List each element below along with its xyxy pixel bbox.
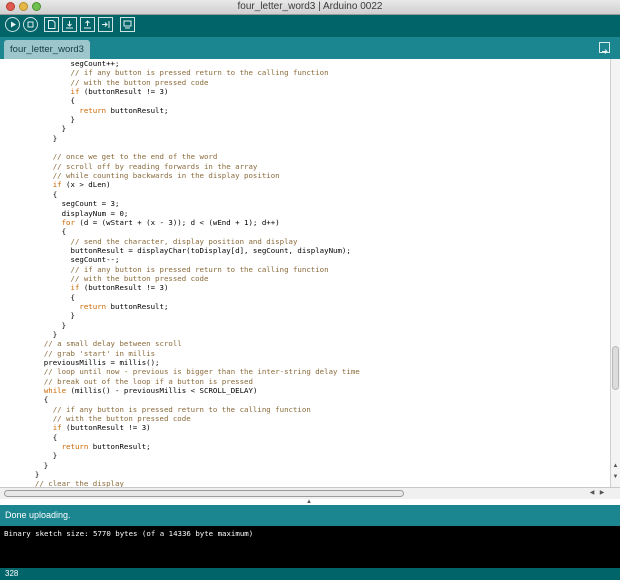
code-line[interactable]: segCount--; bbox=[26, 255, 360, 264]
code-line[interactable]: // grab 'start' in millis bbox=[26, 349, 360, 358]
code-line[interactable]: } bbox=[26, 330, 360, 339]
code-line[interactable]: // scroll off by reading forwards in the… bbox=[26, 162, 360, 171]
code-line[interactable]: if (buttonResult != 3) bbox=[26, 283, 360, 292]
scroll-up-arrow-icon[interactable]: ▲ bbox=[611, 462, 620, 471]
toolbar bbox=[0, 15, 620, 37]
code-line[interactable]: if (x > dLen) bbox=[26, 180, 360, 189]
code-line[interactable]: previousMillis = millis(); bbox=[26, 358, 360, 367]
code-line[interactable]: for (d = (wStart + (x - 3)); d < (wEnd +… bbox=[26, 218, 360, 227]
code-editor[interactable]: segCount++; // if any button is pressed … bbox=[0, 59, 610, 487]
console-text: Binary sketch size: 5770 bytes (of a 143… bbox=[4, 529, 254, 538]
code-line[interactable]: { bbox=[26, 293, 360, 302]
code-line[interactable]: // while counting backwards in the displ… bbox=[26, 171, 360, 180]
code-line[interactable] bbox=[26, 143, 360, 152]
code-line[interactable]: // if any button is pressed return to th… bbox=[26, 265, 360, 274]
code-line[interactable]: segCount++; bbox=[26, 59, 360, 68]
new-file-icon bbox=[48, 20, 56, 29]
code-line[interactable]: buttonResult = displayChar(toDisplay[d],… bbox=[26, 246, 360, 255]
code-line[interactable]: { bbox=[26, 433, 360, 442]
code-line[interactable]: { bbox=[26, 96, 360, 105]
code-line[interactable]: { bbox=[26, 227, 360, 236]
code-line[interactable]: // once we get to the end of the word bbox=[26, 152, 360, 161]
code-line[interactable]: } bbox=[26, 115, 360, 124]
code-line[interactable]: // a small delay between scroll bbox=[26, 339, 360, 348]
footer-bar: 328 bbox=[0, 568, 620, 580]
code-line[interactable]: } bbox=[26, 321, 360, 330]
open-button[interactable] bbox=[62, 17, 77, 32]
arrow-right-icon bbox=[602, 49, 608, 54]
code-line[interactable]: } bbox=[26, 451, 360, 460]
open-icon bbox=[66, 21, 73, 29]
window-title-bar: four_letter_word3 | Arduino 0022 bbox=[0, 0, 620, 15]
code-line[interactable]: return buttonResult; bbox=[26, 442, 360, 451]
code-line[interactable]: // if any button is pressed return to th… bbox=[26, 405, 360, 414]
code-line[interactable]: // with the button pressed code bbox=[26, 414, 360, 423]
code-line[interactable]: if (buttonResult != 3) bbox=[26, 423, 360, 432]
status-message: Done uploading. bbox=[5, 510, 71, 520]
save-button[interactable] bbox=[80, 17, 95, 32]
scroll-left-arrow-icon[interactable]: ◀ bbox=[588, 489, 596, 498]
tab-bar: four_letter_word3 bbox=[0, 37, 620, 59]
code-line[interactable]: if (buttonResult != 3) bbox=[26, 87, 360, 96]
console-output: Binary sketch size: 5770 bytes (of a 143… bbox=[0, 526, 620, 568]
horizontal-scroll-thumb[interactable] bbox=[4, 490, 404, 497]
code-line[interactable]: while (millis() - previousMillis < SCROL… bbox=[26, 386, 360, 395]
code-line[interactable]: { bbox=[26, 395, 360, 404]
code-line[interactable]: // clear the display bbox=[26, 479, 360, 487]
code-line[interactable]: } bbox=[26, 470, 360, 479]
stop-button[interactable] bbox=[23, 17, 38, 32]
code-line[interactable]: // with the button pressed code bbox=[26, 78, 360, 87]
line-number: 328 bbox=[5, 569, 19, 578]
scroll-right-arrow-icon[interactable]: ▶ bbox=[598, 489, 606, 498]
code-line[interactable]: segCount = 3; bbox=[26, 199, 360, 208]
vertical-scroll-thumb[interactable] bbox=[612, 346, 619, 390]
code-line[interactable]: // with the button pressed code bbox=[26, 274, 360, 283]
code-line[interactable]: // loop until now - previous is bigger t… bbox=[26, 367, 360, 376]
scroll-down-arrow-icon[interactable]: ▼ bbox=[611, 473, 620, 482]
window-title: four_letter_word3 | Arduino 0022 bbox=[237, 1, 383, 12]
tab-menu-button[interactable] bbox=[599, 42, 610, 54]
code-line[interactable]: } bbox=[26, 311, 360, 320]
status-bar: Done uploading. bbox=[0, 505, 620, 526]
code-line[interactable]: // send the character, display position … bbox=[26, 237, 360, 246]
code-line[interactable]: return buttonResult; bbox=[26, 106, 360, 115]
play-icon bbox=[11, 21, 16, 28]
code-line[interactable]: displayNum = 0; bbox=[26, 209, 360, 218]
tab-four-letter-word3[interactable]: four_letter_word3 bbox=[4, 40, 90, 59]
serial-monitor-button[interactable] bbox=[120, 17, 135, 32]
upload-icon bbox=[102, 21, 110, 28]
code-text[interactable]: segCount++; // if any button is pressed … bbox=[26, 59, 360, 487]
horizontal-scrollbar[interactable]: ◀ ▶ bbox=[0, 487, 620, 499]
vertical-scrollbar[interactable]: ▲ ▼ bbox=[610, 59, 620, 487]
code-line[interactable]: } bbox=[26, 124, 360, 133]
code-line[interactable]: { bbox=[26, 190, 360, 199]
new-button[interactable] bbox=[44, 17, 59, 32]
code-line[interactable]: } bbox=[26, 461, 360, 470]
serial-monitor-icon bbox=[123, 20, 132, 29]
code-line[interactable]: } bbox=[26, 134, 360, 143]
code-line[interactable]: // if any button is pressed return to th… bbox=[26, 68, 360, 77]
code-line[interactable]: return buttonResult; bbox=[26, 302, 360, 311]
code-line[interactable]: // break out of the loop if a button is … bbox=[26, 377, 360, 386]
save-icon bbox=[84, 20, 91, 29]
stop-icon bbox=[27, 21, 34, 28]
upload-button[interactable] bbox=[98, 17, 113, 32]
verify-button[interactable] bbox=[5, 17, 20, 32]
